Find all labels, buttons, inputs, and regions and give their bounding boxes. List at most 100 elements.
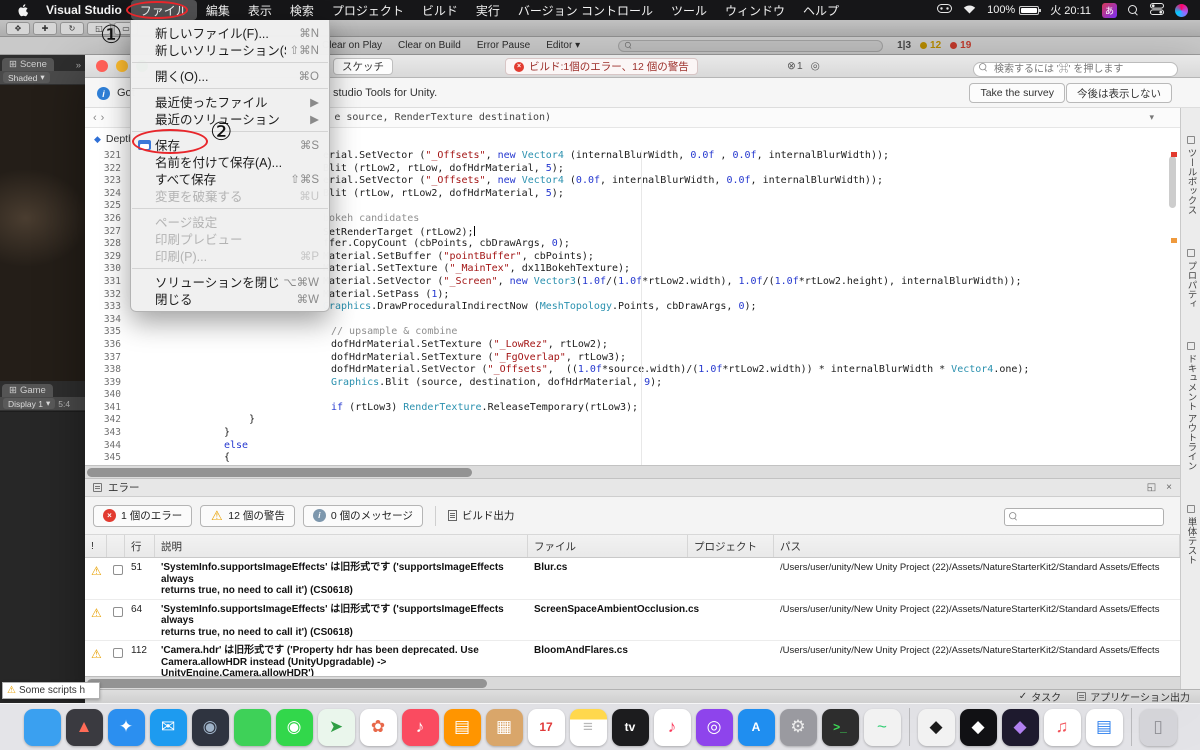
file-menu-item-save-as[interactable]: 名前を付けて保存(A)... (131, 153, 329, 170)
menubar-menu-file[interactable]: ファイル (130, 0, 197, 20)
error-table-row[interactable]: ⚠ 64 'SystemInfo.supportsImageEffects' は旧形… (85, 600, 1180, 641)
menubar-menu-tools[interactable]: ツール (662, 0, 716, 20)
column-header[interactable]: 行 (125, 535, 155, 557)
menubar-menu-version-control[interactable]: バージョン コントロール (509, 0, 662, 20)
menubar-menu-window[interactable]: ウィンドウ (716, 0, 794, 20)
spotlight-search-icon[interactable] (1128, 4, 1139, 16)
ime-input-badge[interactable]: あ (1102, 2, 1117, 18)
dock-icon-folder[interactable]: ▦ (485, 708, 523, 746)
info-icon[interactable]: ◎ (811, 60, 820, 72)
scrollbar-thumb[interactable] (87, 679, 487, 688)
code-line[interactable]: 336 dofHdrMaterial.SetTexture ("_LowRez",… (85, 339, 1180, 352)
console-toolbar-item[interactable]: Editor ▾ (546, 40, 580, 51)
global-search-field[interactable] (973, 59, 1178, 77)
battery-indicator[interactable]: 100% (987, 4, 1042, 16)
file-menu-item-close[interactable]: 閉じる ⌘W (131, 290, 329, 307)
file-menu-item-recent-files[interactable]: 最近使ったファイル ▶ (131, 93, 329, 110)
column-header[interactable]: プロジェクト (688, 535, 774, 557)
file-menu-item-save-all[interactable]: すべて保存 ⇧⌘S (131, 170, 329, 187)
global-search-input[interactable] (973, 62, 1178, 77)
dock-icon-calendar[interactable]: 17 (527, 708, 565, 746)
chevron-down-icon[interactable]: ▾ (1149, 112, 1154, 123)
minimize-button[interactable] (116, 60, 128, 72)
back-icon[interactable]: ‹ (93, 112, 101, 124)
side-tab-toolbox[interactable]: ツールボックス (1184, 136, 1198, 215)
file-menu-item-recent-solutions[interactable]: 最近のソリューション ▶ (131, 110, 329, 127)
error-panel-header[interactable]: エラー ◱ × (85, 478, 1180, 497)
column-header[interactable]: ファイル (528, 535, 688, 557)
dock-icon-books[interactable]: ▤ (1085, 708, 1123, 746)
code-line[interactable]: 335 // upsample & combine (85, 326, 1180, 339)
dock-icon-unity[interactable]: ◆ (959, 708, 997, 746)
float-panel-icon[interactable]: ◱ (1147, 482, 1156, 493)
dock-icon-notes[interactable]: ≡ (569, 708, 607, 746)
dock-icon-unity-hub[interactable]: ◆ (917, 708, 955, 746)
build-output-button[interactable]: ビルド出力 (447, 508, 514, 523)
column-header[interactable]: ! (85, 535, 107, 557)
move-tool[interactable]: ✚ (33, 21, 57, 35)
dock-icon-trash[interactable]: ▯ (1139, 708, 1177, 746)
game-viewport[interactable] (0, 411, 85, 703)
error-table-row[interactable]: ⚠ 51 'SystemInfo.supportsImageEffects' は旧形… (85, 558, 1180, 600)
code-line[interactable]: 339 Graphics.Blit (source, destination, d… (85, 377, 1180, 390)
error-table-row[interactable]: ⚠ 112 'Camera.hdr' は旧形式です ('Property hdr h… (85, 641, 1180, 676)
menu-bar-clock[interactable]: 火 20:11 (1050, 2, 1091, 18)
dock-icon-music-red[interactable]: ♪ (401, 708, 439, 746)
dock-icon-music[interactable]: ♪ (653, 708, 691, 746)
apple-menu[interactable] (10, 3, 37, 17)
row-checkbox[interactable] (113, 648, 123, 658)
application-output-button[interactable]: アプリケーション出力 (1077, 689, 1190, 704)
tab-scene[interactable]: ⊞ Scene (2, 58, 54, 71)
code-line[interactable]: 337 dofHdrMaterial.SetTexture ("_FgOverla… (85, 352, 1180, 365)
close-button[interactable] (96, 60, 108, 72)
file-menu-item-close-solution[interactable]: ソリューションを閉じる ⌥⌘W (131, 273, 329, 290)
side-tab-properties[interactable]: プロパティ (1184, 248, 1198, 308)
wifi-icon[interactable] (963, 4, 976, 17)
aspect-ratio-label[interactable]: 5:4 (58, 399, 70, 409)
menubar-menu-help[interactable]: ヘルプ (794, 0, 848, 20)
rotate-tool[interactable]: ↻ (60, 21, 84, 35)
forward-icon[interactable]: › (101, 112, 109, 124)
dock-icon-visual-studio[interactable]: ◆ (1001, 708, 1039, 746)
file-menu-item-open[interactable]: 開く(O)... ⌘O (131, 67, 329, 84)
filter-button-warnings[interactable]: ⚠ 12 個の警告 (200, 504, 295, 527)
dock-icon-books-orange[interactable]: ▤ (443, 708, 481, 746)
code-line[interactable]: 340 (85, 389, 1180, 402)
dock-icon-garageband[interactable]: ♫ (1043, 708, 1081, 746)
side-tab-unit-tests[interactable]: 単体テスト (1184, 504, 1198, 564)
menubar-menu-run[interactable]: 実行 (467, 0, 509, 20)
code-line[interactable]: 344 else (85, 440, 1180, 453)
pan-tool[interactable]: ✥ (6, 21, 30, 35)
dock-icon-facetime[interactable]: ◉ (275, 708, 313, 746)
tasks-button[interactable]: ✓ タスク (1019, 689, 1061, 704)
display-dropdown[interactable]: Display 1 ▾ (3, 398, 56, 409)
game-controller-icon[interactable] (937, 4, 953, 16)
menubar-menu-project[interactable]: プロジェクト (323, 0, 413, 20)
file-menu-item-new-solution[interactable]: 新しいソリューション(S)...⇧⌘N (131, 41, 329, 58)
console-toolbar-item[interactable]: Error Pause (477, 40, 530, 51)
file-menu-item-save[interactable]: 保存 ⌘S (131, 136, 329, 153)
dock-icon-appstore[interactable]: A (737, 708, 775, 746)
menu-bar-app-name[interactable]: Visual Studio (37, 3, 131, 17)
menubar-menu-search[interactable]: 検索 (281, 0, 323, 20)
sketch-tab[interactable]: スケッチ (333, 58, 393, 75)
dock-icon-tv[interactable]: tv (611, 708, 649, 746)
error-marker[interactable] (1171, 152, 1177, 157)
error-search-box[interactable] (1004, 507, 1164, 526)
dock-icon-messages[interactable] (233, 708, 271, 746)
menubar-menu-edit[interactable]: 編集 (197, 0, 239, 20)
take-survey-button[interactable]: Take the survey (969, 83, 1065, 103)
tab-overflow-icon[interactable]: » (72, 60, 85, 71)
dismiss-notice-button[interactable]: 今後は表示しない (1066, 83, 1172, 103)
code-line[interactable]: 334 (85, 314, 1180, 327)
side-tab-document-outline[interactable]: ドキュメント アウトライン (1184, 342, 1198, 471)
error-search-input[interactable] (1004, 508, 1164, 526)
console-search-box[interactable] (618, 39, 884, 52)
scale-tool[interactable]: ◱ (87, 21, 111, 35)
column-header[interactable]: パス (774, 535, 1180, 557)
code-line[interactable]: 338 dofHdrMaterial.SetVector ("_Offsets",… (85, 364, 1180, 377)
code-line[interactable]: 345 { (85, 452, 1180, 465)
dock-icon-settings[interactable]: ⚙ (779, 708, 817, 746)
error-count-badge[interactable]: ⊗ 1 (787, 60, 803, 72)
dock-icon-maps[interactable]: ➤ (317, 708, 355, 746)
